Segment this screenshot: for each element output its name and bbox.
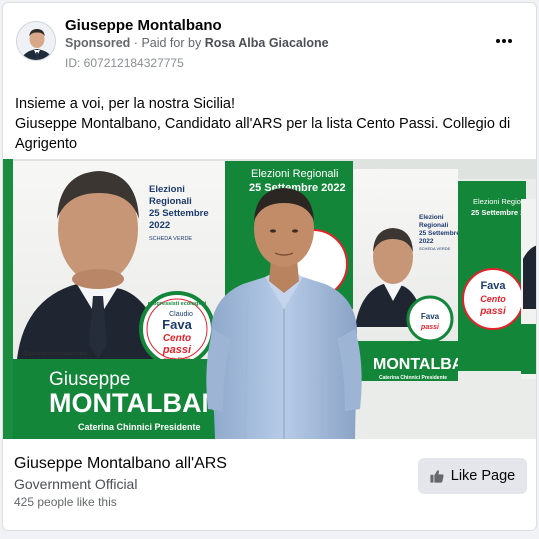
- right-logo-leader-last: Fava: [480, 280, 506, 292]
- paid-for-prefix: Paid for by: [141, 36, 202, 50]
- mid-logo-leader-last: Fava: [421, 312, 440, 321]
- right-logo-passi: passi: [479, 306, 506, 317]
- ad-id: ID: 607212184327775: [65, 56, 184, 70]
- big-first-name: Giuseppe: [49, 369, 130, 390]
- campaign-photo-image: Elezioni Regionali 25 Settembre 2022 SCH…: [3, 159, 536, 439]
- poster-right: Elezioni Regionali 25 Settembre 2022 Fav…: [458, 181, 536, 439]
- meta-separator: ·: [133, 36, 138, 50]
- page-category: Government Official: [14, 476, 138, 492]
- more-horizontal-icon: [496, 39, 512, 43]
- top-title-line-1: Elezioni Regionali: [251, 168, 338, 180]
- payer-name: Rosa Alba Giacalone: [204, 36, 329, 50]
- big-election-line-2: Regionali: [149, 196, 192, 207]
- sponsored-meta: Sponsored · Paid for by Rosa Alba Giacal…: [65, 36, 329, 50]
- mid-election-line-1: Elezioni: [419, 214, 444, 221]
- big-president-line: Caterina Chinnici Presidente: [78, 422, 201, 432]
- post-text: Insieme a voi, per la nostra Sicilia! Gi…: [15, 94, 525, 154]
- big-ballot: SCHEDA VERDE: [149, 236, 192, 242]
- big-social-handle: @giuseppemontalbanoars: [23, 351, 88, 357]
- mid-logo-passi: passi: [420, 324, 440, 331]
- like-page-button[interactable]: Like Page: [418, 458, 527, 494]
- post-header: Giuseppe Montalbano Sponsored · Paid for…: [3, 3, 536, 83]
- cento-passi-logo-mid: Fava passi: [406, 295, 454, 343]
- page-footer: Giuseppe Montalbano all'ARS Government O…: [3, 439, 536, 530]
- post-photo[interactable]: Elezioni Regionali 25 Settembre 2022 SCH…: [3, 159, 536, 439]
- right-logo-cento: Cento: [480, 294, 506, 304]
- big-election-line-1: Elezioni: [149, 184, 185, 195]
- big-logo-cento: Cento: [163, 333, 191, 344]
- mid-ballot: SCHEDA VERDE: [419, 246, 451, 251]
- thumbs-up-icon: [430, 470, 444, 483]
- big-date-line-1: 25 Settembre: [149, 208, 209, 219]
- sponsored-post-card: Giuseppe Montalbano Sponsored · Paid for…: [2, 2, 537, 531]
- sponsored-label[interactable]: Sponsored: [65, 36, 130, 50]
- mid-election-line-2: Regionali: [419, 222, 448, 229]
- page-likes-count: 425 people like this: [14, 495, 117, 509]
- big-date-line-2: 2022: [149, 220, 170, 231]
- more-options-button[interactable]: [492, 33, 516, 49]
- like-page-label: Like Page: [450, 468, 516, 484]
- author-avatar[interactable]: [16, 21, 56, 61]
- page-name[interactable]: Giuseppe Montalbano all'ARS: [14, 455, 227, 473]
- big-logo-passi: passi: [162, 344, 192, 356]
- mid-election-line-3: 25 Settembre: [419, 230, 460, 237]
- post-text-line-1: Insieme a voi, per la nostra Sicilia!: [15, 96, 236, 112]
- big-logo-arc: progressisti ecologisti: [148, 301, 207, 307]
- author-name[interactable]: Giuseppe Montalbano: [65, 17, 222, 34]
- avatar-portrait-image: [17, 22, 55, 60]
- cento-passi-logo-right: Fava Cento passi: [462, 268, 524, 330]
- mid-election-line-4: 2022: [419, 238, 434, 245]
- mid-president-line: Caterina Chinnici Presidente: [379, 375, 447, 381]
- cento-passi-logo-big: progressisti ecologisti Claudio Fava Cen…: [139, 291, 215, 367]
- post-text-line-2: Giuseppe Montalbano, Candidato all'ARS p…: [15, 116, 511, 152]
- big-logo-leader-last: Fava: [162, 317, 192, 332]
